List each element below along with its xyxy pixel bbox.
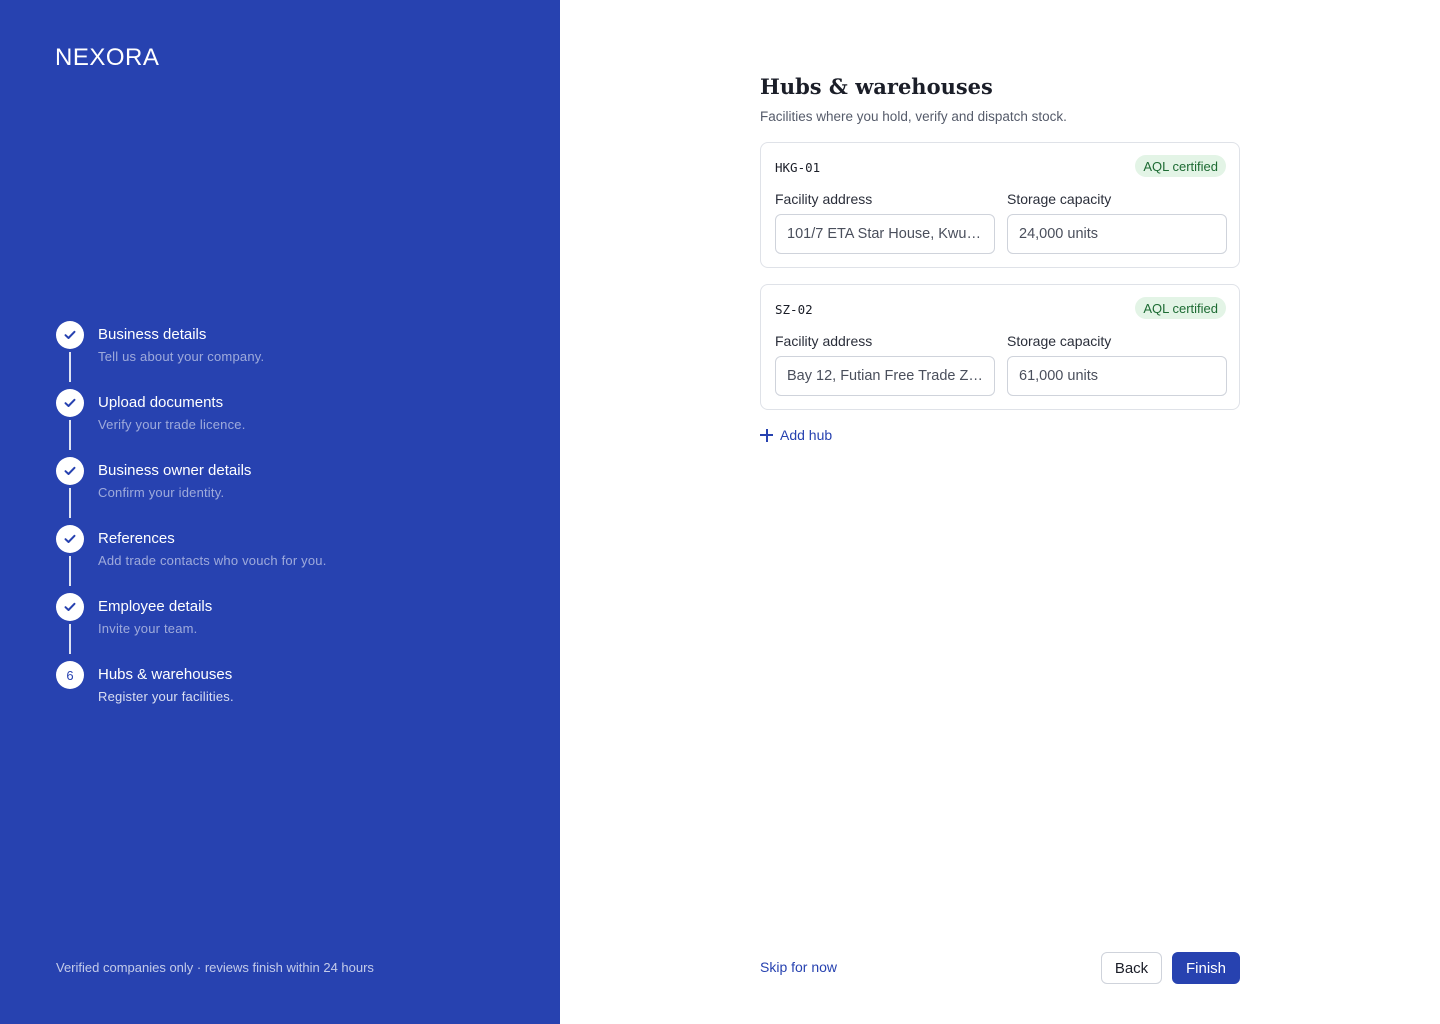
step-title: References — [98, 530, 175, 547]
step-complete-badge — [56, 525, 84, 553]
step-upload-documents[interactable]: Upload documents Verify your trade licen… — [56, 389, 516, 457]
step-title: Business details — [98, 326, 207, 343]
step-connector — [69, 556, 71, 586]
step-description: Verify your trade licence. — [98, 417, 246, 432]
facility-address-label: Facility address — [775, 191, 873, 207]
check-icon — [64, 398, 76, 407]
page-subtitle: Facilities where you hold, verify and di… — [760, 109, 1067, 124]
step-title: Upload documents — [98, 394, 224, 411]
step-employee-details[interactable]: Employee details Invite your team. — [56, 593, 516, 661]
skip-for-now-link[interactable]: Skip for now — [760, 959, 837, 975]
check-icon — [64, 602, 76, 611]
back-button[interactable]: Back — [1101, 952, 1162, 984]
facility-address-value: Bay 12, Futian Free Trade Zone, Shenzhen — [787, 368, 983, 384]
add-hub-label: Add hub — [780, 427, 833, 443]
page-title: Hubs & warehouses — [760, 74, 993, 99]
step-references[interactable]: References Add trade contacts who vouch … — [56, 525, 516, 593]
add-hub-button[interactable]: Add hub — [760, 427, 832, 443]
step-connector — [69, 624, 71, 654]
check-icon — [64, 534, 76, 543]
storage-capacity-value: 24,000 units — [1019, 226, 1099, 242]
sidebar-footnote: Verified companies only · reviews finish… — [56, 960, 374, 975]
main-content: Hubs & warehouses Facilities where you h… — [760, 0, 1240, 1024]
hub-code: HKG-01 — [775, 160, 821, 175]
stepper: Business details Tell us about your comp… — [56, 321, 516, 729]
storage-capacity-input[interactable]: 61,000 units — [1007, 356, 1227, 396]
step-business-owner-details[interactable]: Business owner details Confirm your iden… — [56, 457, 516, 525]
facility-address-label: Facility address — [775, 333, 873, 349]
step-description: Add trade contacts who vouch for you. — [98, 553, 327, 568]
hub-card: SZ-02 AQL certified Facility address Sto… — [760, 284, 1240, 410]
step-number-badge: 6 — [56, 661, 84, 689]
brand-logo: NEXORA — [55, 44, 160, 71]
certification-badge: AQL certified — [1135, 297, 1226, 319]
step-description: Confirm your identity. — [98, 485, 225, 500]
storage-capacity-value: 61,000 units — [1019, 368, 1099, 384]
hub-code: SZ-02 — [775, 302, 813, 317]
step-description: Invite your team. — [98, 621, 198, 636]
step-business-details[interactable]: Business details Tell us about your comp… — [56, 321, 516, 389]
step-connector — [69, 420, 71, 450]
storage-capacity-label: Storage capacity — [1007, 333, 1112, 349]
check-icon — [64, 466, 76, 475]
step-connector — [69, 352, 71, 382]
onboarding-sidebar: NEXORA Business details Tell us about yo… — [0, 0, 560, 1024]
step-title: Hubs & warehouses — [98, 666, 233, 683]
facility-address-input[interactable]: Bay 12, Futian Free Trade Zone, Shenzhen — [775, 356, 995, 396]
finish-button[interactable]: Finish — [1172, 952, 1240, 984]
step-hubs-warehouses[interactable]: 6 Hubs & warehouses Register your facili… — [56, 661, 516, 729]
step-complete-badge — [56, 321, 84, 349]
hub-card: HKG-01 AQL certified Facility address St… — [760, 142, 1240, 268]
step-description: Register your facilities. — [98, 689, 234, 704]
certification-badge: AQL certified — [1135, 155, 1226, 177]
check-icon — [64, 330, 76, 339]
step-title: Business owner details — [98, 462, 252, 479]
step-complete-badge — [56, 457, 84, 485]
step-complete-badge — [56, 593, 84, 621]
facility-address-input[interactable]: 101/7 ETA Star House, Kwun Tong, Kowloon — [775, 214, 995, 254]
step-title: Employee details — [98, 598, 213, 615]
storage-capacity-input[interactable]: 24,000 units — [1007, 214, 1227, 254]
step-connector — [69, 488, 71, 518]
facility-address-value: 101/7 ETA Star House, Kwun Tong, Kowloon — [787, 226, 983, 242]
plus-icon — [760, 428, 773, 442]
storage-capacity-label: Storage capacity — [1007, 191, 1112, 207]
step-complete-badge — [56, 389, 84, 417]
step-description: Tell us about your company. — [98, 349, 265, 364]
